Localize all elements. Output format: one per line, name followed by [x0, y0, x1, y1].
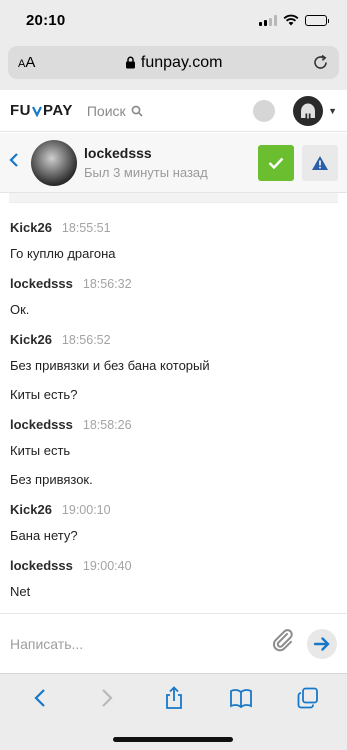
- message-text: Ок.: [10, 302, 30, 317]
- warning-icon: [312, 155, 328, 170]
- message-author[interactable]: Kick26: [10, 220, 52, 235]
- lock-icon: [125, 56, 135, 69]
- message-time: 18:56:52: [61, 333, 111, 347]
- notifications-icon[interactable]: [253, 99, 276, 122]
- tabs-button[interactable]: [288, 680, 328, 716]
- contact-avatar[interactable]: [31, 139, 77, 186]
- status-time: 20:10: [26, 11, 66, 29]
- url-text: funpay.com: [140, 53, 223, 71]
- search-icon: [131, 105, 143, 117]
- user-avatar[interactable]: [293, 95, 324, 126]
- address-bar[interactable]: AA funpay.com: [8, 46, 339, 79]
- message-composer: [0, 613, 347, 673]
- message-time: 19:00:40: [82, 559, 132, 573]
- contact-name[interactable]: lockedsss: [84, 145, 258, 161]
- reload-icon[interactable]: [312, 54, 329, 71]
- message-input[interactable]: [10, 635, 271, 652]
- message-author[interactable]: lockedsss: [10, 417, 73, 432]
- message-list: Kick26 18:55:51 Го куплю драгона lockedss…: [0, 220, 347, 614]
- message-text: Без привязок.: [10, 472, 93, 487]
- check-icon: [268, 157, 284, 169]
- message-item: lockedsss 18:58:26 Киты есть Без привязок…: [0, 417, 347, 489]
- report-button[interactable]: [302, 144, 338, 181]
- helmet-icon: [301, 103, 316, 118]
- browser-toolbar: [0, 673, 347, 750]
- cellular-signal-icon: [259, 14, 277, 26]
- tabs-icon: [297, 687, 318, 709]
- back-icon: [9, 153, 18, 167]
- chevron-down-icon[interactable]: ▼: [328, 106, 337, 116]
- message-text: Киты есть: [10, 443, 71, 458]
- funpay-logo[interactable]: FU PAY: [10, 102, 73, 119]
- back-arrow-icon: [33, 689, 45, 707]
- chat-header: lockedsss Был 3 минуты назад: [0, 133, 347, 193]
- wifi-icon: [283, 14, 299, 26]
- back-button[interactable]: [9, 152, 31, 173]
- message-time: 19:00:10: [61, 503, 111, 517]
- chat-header-divider: [9, 193, 338, 203]
- message-time: 18:56:32: [82, 277, 132, 291]
- paperclip-icon: [273, 629, 293, 652]
- home-indicator: [113, 737, 233, 742]
- logo-right-text: PAY: [43, 102, 73, 119]
- message-item: Kick26 19:00:10 Бана нету?: [0, 502, 347, 545]
- message-author[interactable]: Kick26: [10, 332, 52, 347]
- logo-left-text: FU: [10, 102, 31, 119]
- contact-info: lockedsss Был 3 минуты назад: [84, 145, 258, 180]
- message-text: Net: [10, 584, 31, 599]
- message-item: lockedsss 19:00:40 Net: [0, 558, 347, 601]
- battery-icon: [305, 14, 329, 26]
- site-header: FU PAY Поиск ▼: [0, 90, 347, 132]
- message-text: Киты есть?: [10, 387, 78, 402]
- bookmarks-button[interactable]: [221, 680, 261, 716]
- search-label: Поиск: [86, 102, 126, 119]
- message-item: Kick26 18:56:52 Без привязки и без бана к…: [0, 332, 347, 404]
- message-author[interactable]: lockedsss: [10, 276, 73, 291]
- contact-status: Был 3 минуты назад: [84, 165, 208, 180]
- send-button[interactable]: [307, 628, 337, 659]
- message-item: Kick26 18:55:51 Го куплю драгона: [0, 220, 347, 263]
- confirm-button[interactable]: [258, 144, 294, 181]
- share-icon: [165, 686, 182, 709]
- site-search[interactable]: Поиск: [87, 103, 143, 119]
- status-icons: [259, 14, 329, 26]
- browser-forward-button[interactable]: [87, 680, 127, 716]
- status-bar: 20:10: [0, 0, 347, 40]
- message-item: lockedsss 18:56:32 Ок.: [0, 276, 347, 319]
- url-display[interactable]: funpay.com: [125, 53, 223, 72]
- share-button[interactable]: [154, 680, 194, 716]
- message-author[interactable]: lockedsss: [10, 558, 73, 573]
- message-text: Бана нету?: [10, 528, 78, 543]
- ios-top-area: 20:10 AA funpay.com: [0, 0, 347, 90]
- browser-back-button[interactable]: [20, 680, 60, 716]
- message-text: Го куплю драгона: [10, 246, 116, 261]
- bookmarks-icon: [229, 689, 252, 708]
- forward-arrow-icon: [101, 689, 113, 707]
- message-author[interactable]: Kick26: [10, 502, 52, 517]
- attach-button[interactable]: [271, 628, 295, 659]
- message-time: 18:58:26: [82, 418, 132, 432]
- message-text: Без привязки и без бана который: [10, 358, 210, 373]
- message-time: 18:55:51: [61, 221, 111, 235]
- send-arrow-icon: [313, 636, 330, 651]
- logo-mark-icon: [32, 106, 42, 117]
- text-size-button[interactable]: AA: [18, 54, 35, 71]
